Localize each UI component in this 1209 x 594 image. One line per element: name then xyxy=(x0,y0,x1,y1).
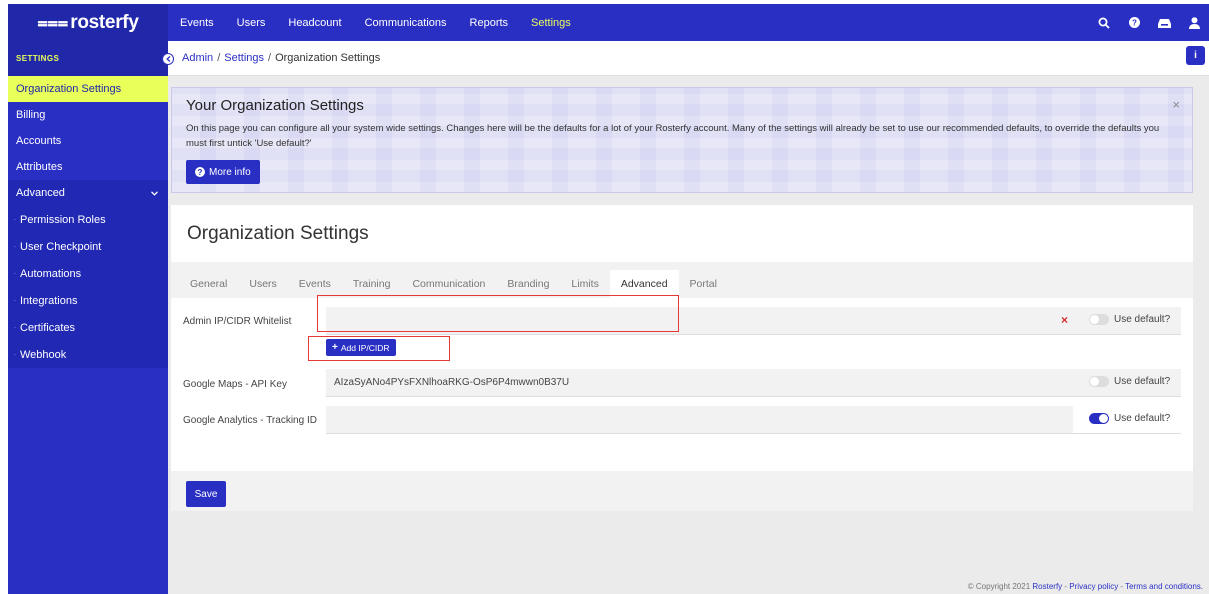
tab-portal[interactable]: Portal xyxy=(679,270,728,298)
analytics-use-default[interactable]: Use default? xyxy=(1089,413,1170,424)
bullet-icon: · xyxy=(14,297,16,304)
sidebar-subitem-label: Integrations xyxy=(20,294,78,307)
sidebar-subitem-label: Permission Roles xyxy=(20,213,106,226)
sidebar: SETTINGS Organization Settings Billing A… xyxy=(8,41,168,594)
bullet-icon: · xyxy=(14,216,16,223)
use-default-label: Use default? xyxy=(1114,413,1171,424)
toggle-switch[interactable] xyxy=(1089,376,1109,387)
info-banner: Your Organization Settings On this page … xyxy=(171,87,1193,193)
tab-training[interactable]: Training xyxy=(342,270,402,298)
form-actions: Save xyxy=(171,471,1193,511)
info-button[interactable]: i xyxy=(1186,46,1205,65)
tab-events[interactable]: Events xyxy=(288,270,342,298)
topnav-settings[interactable]: Settings xyxy=(531,17,571,29)
sidebar-item-advanced[interactable]: Advanced xyxy=(8,180,168,206)
tab-branding[interactable]: Branding xyxy=(496,270,560,298)
analytics-tracking-input[interactable] xyxy=(326,406,1073,434)
tab-general[interactable]: General xyxy=(179,270,238,298)
top-icons: ? xyxy=(1089,4,1209,41)
highlight-box-button xyxy=(308,336,450,361)
chevron-left-icon xyxy=(165,56,170,62)
sidebar-item-organization-settings[interactable]: Organization Settings xyxy=(8,76,168,102)
help-icon[interactable]: ? xyxy=(1119,17,1149,28)
settings-tabs: General Users Events Training Communicat… xyxy=(171,262,1193,298)
chevron-down-icon xyxy=(151,187,158,199)
sidebar-subitem-certificates[interactable]: · Certificates xyxy=(8,314,168,341)
user-icon[interactable] xyxy=(1179,16,1209,29)
whitelist-use-default[interactable]: Use default? xyxy=(1089,314,1170,325)
footer-terms-link[interactable]: Terms and conditions. xyxy=(1125,582,1203,591)
breadcrumb: Admin / Settings / Organization Settings i xyxy=(162,41,1209,76)
settings-card: Organization Settings General Users Even… xyxy=(171,205,1193,511)
logo[interactable]: ⩶ rosterfy xyxy=(8,4,168,41)
bullet-icon: · xyxy=(14,270,16,277)
breadcrumb-current: Organization Settings xyxy=(275,52,381,64)
breadcrumb-admin[interactable]: Admin xyxy=(182,52,213,64)
toggle-switch[interactable] xyxy=(1089,314,1109,325)
highlight-box-input xyxy=(317,295,679,332)
sidebar-subitem-label: Certificates xyxy=(20,321,76,334)
search-icon[interactable] xyxy=(1089,17,1119,29)
more-info-label: More info xyxy=(209,166,251,178)
topnav-headcount[interactable]: Headcount xyxy=(288,17,341,29)
banner-title: Your Organization Settings xyxy=(186,97,364,114)
maps-use-default[interactable]: Use default? xyxy=(1089,376,1170,387)
sidebar-subitem-webhook[interactable]: · Webhook xyxy=(8,341,168,368)
close-icon[interactable]: × xyxy=(1172,97,1180,112)
topnav-communications[interactable]: Communications xyxy=(365,17,447,29)
inbox-icon[interactable] xyxy=(1149,18,1179,28)
help-icon: ? xyxy=(195,167,205,177)
sidebar-subitem-label: Webhook xyxy=(20,348,67,361)
sidebar-heading: SETTINGS xyxy=(8,41,168,76)
topnav-reports[interactable]: Reports xyxy=(470,17,509,29)
topnav-events[interactable]: Events xyxy=(180,17,214,29)
remove-icon[interactable]: × xyxy=(1061,313,1068,327)
bullet-icon: · xyxy=(14,243,16,250)
sidebar-subitem-user-checkpoint[interactable]: · User Checkpoint xyxy=(8,233,168,260)
logo-mark-icon: ⩶ xyxy=(37,12,68,32)
tab-advanced[interactable]: Advanced xyxy=(609,270,679,298)
tab-users[interactable]: Users xyxy=(238,270,287,298)
whitelist-label: Admin IP/CIDR Whitelist xyxy=(183,316,292,327)
sidebar-item-accounts[interactable]: Accounts xyxy=(8,128,168,154)
maps-api-key-input[interactable]: AIzaSyANo4PYsFXNlhoaRKG-OsP6P4mwwn0B37U xyxy=(326,369,1181,397)
topnav-users[interactable]: Users xyxy=(237,17,266,29)
logo-text: rosterfy xyxy=(70,11,139,33)
sidebar-item-billing[interactable]: Billing xyxy=(8,102,168,128)
sidebar-subitem-label: User Checkpoint xyxy=(20,240,102,253)
tab-limits[interactable]: Limits xyxy=(560,270,609,298)
footer-brand-link[interactable]: Rosterfy xyxy=(1032,582,1062,591)
bullet-icon: · xyxy=(14,351,16,358)
sidebar-item-label: Advanced xyxy=(16,187,65,199)
bullet-icon: · xyxy=(14,324,16,331)
banner-text: On this page you can configure all your … xyxy=(186,123,1160,149)
collapse-sidebar-button[interactable] xyxy=(162,53,174,65)
top-nav: Events Users Headcount Communications Re… xyxy=(180,17,594,29)
sidebar-subitem-label: Automations xyxy=(20,267,82,280)
maps-api-key-label: Google Maps - API Key xyxy=(183,379,287,390)
footer-privacy-link[interactable]: Privacy policy xyxy=(1069,582,1118,591)
save-button[interactable]: Save xyxy=(186,481,226,507)
breadcrumb-settings[interactable]: Settings xyxy=(224,52,264,64)
page-title: Organization Settings xyxy=(187,223,369,244)
top-bar: ⩶ rosterfy Events Users Headcount Commun… xyxy=(8,4,1209,41)
footer: © Copyright 2021 Rosterfy - Privacy poli… xyxy=(967,582,1203,591)
svg-text:?: ? xyxy=(1132,18,1137,27)
toggle-switch[interactable] xyxy=(1089,413,1109,424)
more-info-button[interactable]: ? More info xyxy=(186,160,260,184)
use-default-label: Use default? xyxy=(1114,376,1171,387)
info-icon: i xyxy=(1194,50,1197,61)
sidebar-subitem-automations[interactable]: · Automations xyxy=(8,260,168,287)
sidebar-subitem-permission-roles[interactable]: · Permission Roles xyxy=(8,206,168,233)
breadcrumb-trail: Admin / Settings / Organization Settings xyxy=(182,52,381,64)
footer-copyright: © Copyright 2021 xyxy=(967,582,1031,591)
tab-communication[interactable]: Communication xyxy=(401,270,496,298)
sidebar-item-attributes[interactable]: Attributes xyxy=(8,154,168,180)
sidebar-subitem-integrations[interactable]: · Integrations xyxy=(8,287,168,314)
use-default-label: Use default? xyxy=(1114,314,1171,325)
analytics-tracking-label: Google Analytics - Tracking ID xyxy=(183,415,317,426)
